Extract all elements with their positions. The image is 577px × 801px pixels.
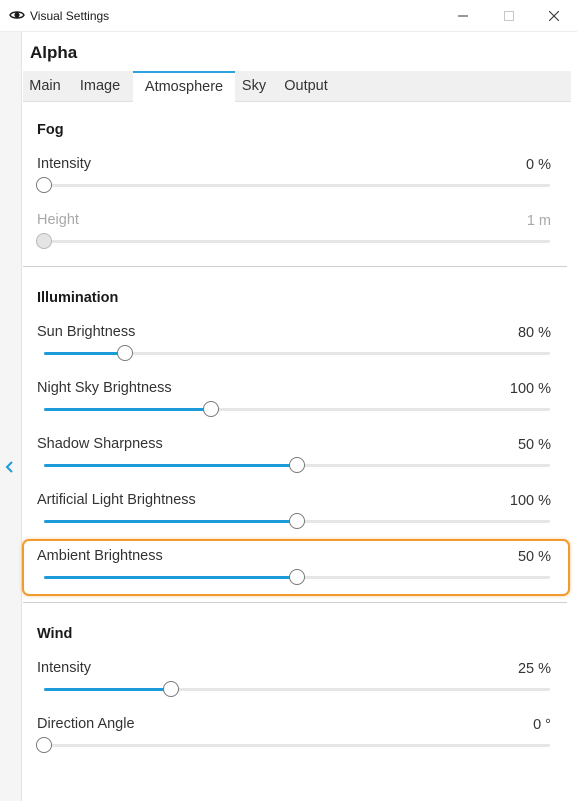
section-divider <box>23 602 567 603</box>
section-divider <box>23 266 567 267</box>
slider-thumb[interactable] <box>36 177 52 193</box>
slider-fill <box>44 576 297 579</box>
shadow-sharpness-slider[interactable] <box>44 457 550 473</box>
close-button[interactable] <box>531 0 577 32</box>
title-bar: Visual Settings <box>0 0 577 32</box>
wind-intensity-label: Intensity <box>37 660 91 676</box>
tab-image[interactable]: Image <box>67 71 133 102</box>
wind-direction-angle-slider[interactable] <box>36 737 550 753</box>
slider-fill <box>44 688 171 691</box>
tab-main[interactable]: Main <box>23 71 67 102</box>
fog-height-value: 1 m <box>526 213 551 229</box>
slider-thumb[interactable] <box>116 345 133 361</box>
sun-brightness-slider[interactable] <box>44 345 550 361</box>
artificial-light-brightness-label: Artificial Light Brightness <box>37 492 196 508</box>
slider-thumb[interactable] <box>289 457 305 473</box>
shadow-sharpness-label: Shadow Sharpness <box>37 436 163 452</box>
shadow-sharpness-value: 50 % <box>517 437 551 453</box>
sun-brightness-value: 80 % <box>517 325 551 341</box>
chevron-left-icon[interactable] <box>4 460 16 474</box>
maximize-button[interactable] <box>486 0 532 32</box>
close-icon <box>549 11 559 21</box>
fog-height-slider <box>36 233 550 249</box>
slider-fill <box>44 464 297 467</box>
artificial-light-brightness-value: 100 % <box>509 493 551 509</box>
wind-direction-angle-value: 0 ° <box>533 717 551 733</box>
slider-thumb[interactable] <box>36 737 52 753</box>
eye-icon <box>9 8 25 22</box>
wind-intensity-slider[interactable] <box>44 681 550 697</box>
collapse-rail[interactable] <box>0 32 22 801</box>
section-title-fog: Fog <box>37 122 64 138</box>
slider-thumb[interactable] <box>162 681 179 697</box>
minimize-button[interactable] <box>440 0 486 32</box>
fog-height-label: Height <box>37 212 79 228</box>
tab-output[interactable]: Output <box>273 71 339 102</box>
panel-title: Alpha <box>30 43 78 62</box>
section-title-wind: Wind <box>37 626 73 642</box>
fog-intensity-slider[interactable] <box>36 177 550 193</box>
fog-intensity-value: 0 % <box>526 157 551 173</box>
slider-fill <box>44 520 297 523</box>
minimize-icon <box>458 15 468 17</box>
ambient-brightness-value: 50 % <box>517 549 551 565</box>
sun-brightness-label: Sun Brightness <box>37 324 136 340</box>
wind-direction-angle-label: Direction Angle <box>37 716 135 732</box>
slider-fill <box>44 408 211 411</box>
window-title: Visual Settings <box>30 9 110 23</box>
night-sky-brightness-label: Night Sky Brightness <box>37 380 172 396</box>
section-title-illumination: Illumination <box>37 290 119 306</box>
slider-thumb[interactable] <box>289 569 305 585</box>
slider-thumb[interactable] <box>202 401 219 417</box>
ambient-brightness-label: Ambient Brightness <box>37 548 163 564</box>
slider-fill <box>44 352 125 355</box>
fog-intensity-label: Intensity <box>37 156 91 172</box>
slider-thumb[interactable] <box>289 513 305 529</box>
ambient-brightness-slider[interactable] <box>44 569 550 585</box>
maximize-icon <box>504 11 514 21</box>
night-sky-brightness-slider[interactable] <box>44 401 550 417</box>
wind-intensity-value: 25 % <box>517 661 551 677</box>
tab-sky[interactable]: Sky <box>235 71 273 102</box>
tab-atmosphere[interactable]: Atmosphere <box>133 71 235 103</box>
night-sky-brightness-value: 100 % <box>509 381 551 397</box>
slider-thumb <box>36 233 52 249</box>
artificial-light-brightness-slider[interactable] <box>44 513 550 529</box>
tab-bar: Main Image Atmosphere Sky Output <box>23 71 571 103</box>
